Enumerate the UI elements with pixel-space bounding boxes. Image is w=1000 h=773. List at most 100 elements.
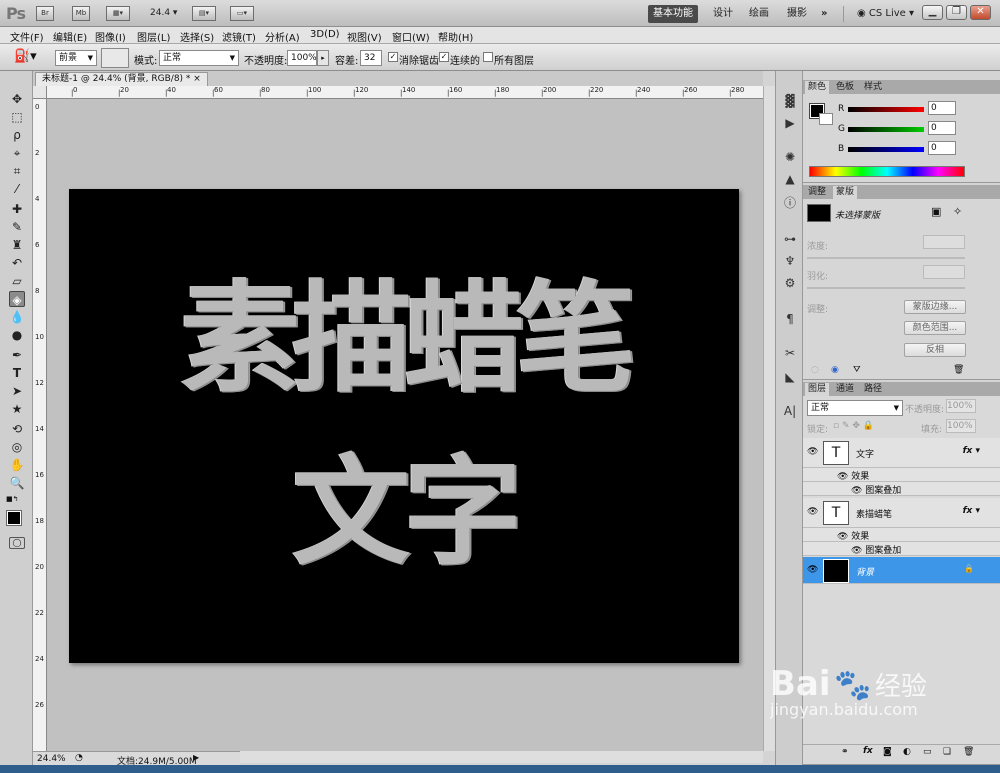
bridge-button[interactable]: Br: [36, 6, 54, 21]
3d-panel-icon[interactable]: ✺: [782, 149, 798, 165]
history-panel-icon[interactable]: ▓: [782, 93, 798, 109]
color-spectrum-ramp[interactable]: [809, 166, 965, 177]
effect-item-row[interactable]: 👁 图案叠加: [803, 482, 1000, 496]
menu-analysis[interactable]: 分析(A): [265, 29, 300, 44]
visibility-eye-icon[interactable]: 👁: [807, 507, 818, 517]
menu-window[interactable]: 窗口(W): [392, 29, 430, 44]
view-extras-icon[interactable]: ▦▾: [106, 6, 130, 21]
brush-presets-icon[interactable]: ⊶: [782, 231, 798, 247]
feather-slider[interactable]: [807, 287, 965, 289]
layer-name[interactable]: 文字: [856, 447, 874, 460]
cs-live-button[interactable]: ◉ CS Live ▾: [852, 5, 919, 23]
info-panel-icon[interactable]: ⓘ: [782, 195, 798, 211]
status-nav-icon[interactable]: ◔: [75, 753, 83, 763]
feather-input[interactable]: [923, 265, 965, 279]
3d-rotate-tool-icon[interactable]: ⟲: [9, 421, 25, 437]
all-layers-checkbox[interactable]: [483, 52, 493, 62]
minimize-button[interactable]: ▁: [922, 5, 943, 20]
tab-swatches[interactable]: 色板: [833, 81, 857, 94]
marquee-tool-icon[interactable]: ⬚: [9, 109, 25, 125]
styles-panel-icon[interactable]: ◣: [782, 369, 798, 385]
add-mask-icon[interactable]: ◙: [883, 747, 892, 757]
brushes-panel-icon[interactable]: ✂: [782, 345, 798, 361]
ruler-origin[interactable]: [33, 86, 47, 99]
quick-select-tool-icon[interactable]: ⌖: [9, 145, 25, 161]
3d-orbit-tool-icon[interactable]: ◎: [9, 439, 25, 455]
delete-mask-icon[interactable]: 🗑: [953, 365, 964, 375]
apply-mask-icon[interactable]: ⛛: [853, 365, 861, 375]
workspace-essentials[interactable]: 基本功能: [648, 5, 698, 23]
vertical-scrollbar[interactable]: [763, 86, 775, 751]
blur-tool-icon[interactable]: 💧: [9, 309, 25, 325]
lock-icons[interactable]: ▫ ✎ ✥ 🔒: [833, 421, 874, 431]
eyedropper-tool-icon[interactable]: ⁄: [9, 181, 25, 197]
screen-mode-icon[interactable]: ▭▾: [230, 6, 254, 21]
fx-icon[interactable]: fx ▾: [963, 446, 980, 456]
invert-button[interactable]: 反相: [904, 343, 966, 357]
menu-image[interactable]: 图像(I): [95, 29, 126, 44]
mode-select[interactable]: 正常 ▼: [159, 50, 239, 66]
document-canvas[interactable]: 素描蜡笔 文字: [69, 189, 739, 663]
antialias-checkbox[interactable]: ✓: [388, 52, 398, 62]
fx-icon[interactable]: fx ▾: [963, 506, 980, 516]
layer-name[interactable]: 素描蜡笔: [856, 507, 892, 520]
type-tool-icon[interactable]: T: [9, 365, 25, 381]
tab-channels[interactable]: 通道: [833, 383, 857, 396]
color-range-button[interactable]: 颜色范围...: [904, 321, 966, 335]
channel-b-value[interactable]: 0: [928, 141, 956, 155]
workspace-photography[interactable]: 摄影: [782, 5, 812, 23]
actions-panel-icon[interactable]: ▶: [782, 115, 798, 131]
link-layers-icon[interactable]: ⚭: [841, 747, 849, 757]
visibility-eye-icon[interactable]: 👁: [807, 565, 818, 575]
layer-row-background[interactable]: 👁 背景 🔒: [803, 557, 1000, 584]
horizontal-scrollbar[interactable]: [240, 751, 763, 763]
pixel-mask-icon[interactable]: ▣: [931, 205, 941, 218]
tab-styles[interactable]: 样式: [861, 81, 885, 94]
menu-edit[interactable]: 编辑(E): [53, 29, 87, 44]
channel-r-slider[interactable]: [848, 107, 924, 112]
histogram-panel-icon[interactable]: ▲: [782, 171, 798, 187]
lasso-tool-icon[interactable]: ρ: [9, 127, 25, 143]
menu-view[interactable]: 视图(V): [347, 29, 382, 44]
tab-adjustments[interactable]: 调整: [805, 186, 829, 199]
tool-presets-icon[interactable]: ⚙: [782, 275, 798, 291]
channel-g-value[interactable]: 0: [928, 121, 956, 135]
crop-tool-icon[interactable]: ⌗: [9, 163, 25, 179]
layer-opacity-input[interactable]: 100%: [946, 399, 976, 413]
bg-swatch[interactable]: [819, 113, 833, 125]
layer-name[interactable]: 背景: [856, 565, 874, 578]
vector-mask-icon[interactable]: ✧: [953, 205, 962, 218]
channel-r-value[interactable]: 0: [928, 101, 956, 115]
mask-edge-button[interactable]: 蒙版边缘...: [904, 300, 966, 314]
effects-row[interactable]: 👁 效果: [803, 528, 1000, 542]
channel-b-slider[interactable]: [848, 147, 924, 152]
new-layer-icon[interactable]: ❏: [943, 747, 951, 757]
hand-tool-icon[interactable]: ✋: [9, 457, 25, 473]
foreground-color-swatch[interactable]: [6, 510, 22, 526]
workspace-painting[interactable]: 绘画: [744, 5, 774, 23]
paint-bucket-preset-icon[interactable]: ⛽▾: [14, 49, 37, 64]
opacity-input[interactable]: 100%: [287, 50, 317, 66]
menu-filter[interactable]: 滤镜(T): [222, 29, 256, 44]
menu-select[interactable]: 选择(S): [180, 29, 214, 44]
layer-row-text[interactable]: 👁 T 文字 fx ▾: [803, 438, 1000, 468]
effect-item-row[interactable]: 👁 图案叠加: [803, 542, 1000, 556]
new-adjustment-icon[interactable]: ◐: [903, 747, 911, 757]
status-zoom[interactable]: 24.4%: [37, 754, 66, 764]
character-panel-icon[interactable]: A|: [782, 403, 798, 419]
clone-stamp-tool-icon[interactable]: ♜: [9, 237, 25, 253]
workspace-design[interactable]: 设计: [708, 5, 738, 23]
delete-layer-icon[interactable]: 🗑: [963, 747, 974, 757]
new-group-icon[interactable]: ▭: [923, 747, 932, 757]
status-arrow-icon[interactable]: ▶: [193, 753, 199, 762]
view-mask-icon[interactable]: ◉: [831, 365, 839, 375]
menu-layer[interactable]: 图层(L): [137, 29, 170, 44]
shape-tool-icon[interactable]: ★: [9, 401, 25, 417]
visibility-eye-icon[interactable]: 👁: [807, 447, 818, 457]
paragraph-panel-icon[interactable]: ¶: [782, 311, 798, 327]
eraser-tool-icon[interactable]: ▱: [9, 273, 25, 289]
density-input[interactable]: [923, 235, 965, 249]
load-selection-icon[interactable]: ◌: [811, 365, 819, 375]
tab-paths[interactable]: 路径: [861, 383, 885, 396]
tab-masks[interactable]: 蒙版: [833, 186, 858, 199]
